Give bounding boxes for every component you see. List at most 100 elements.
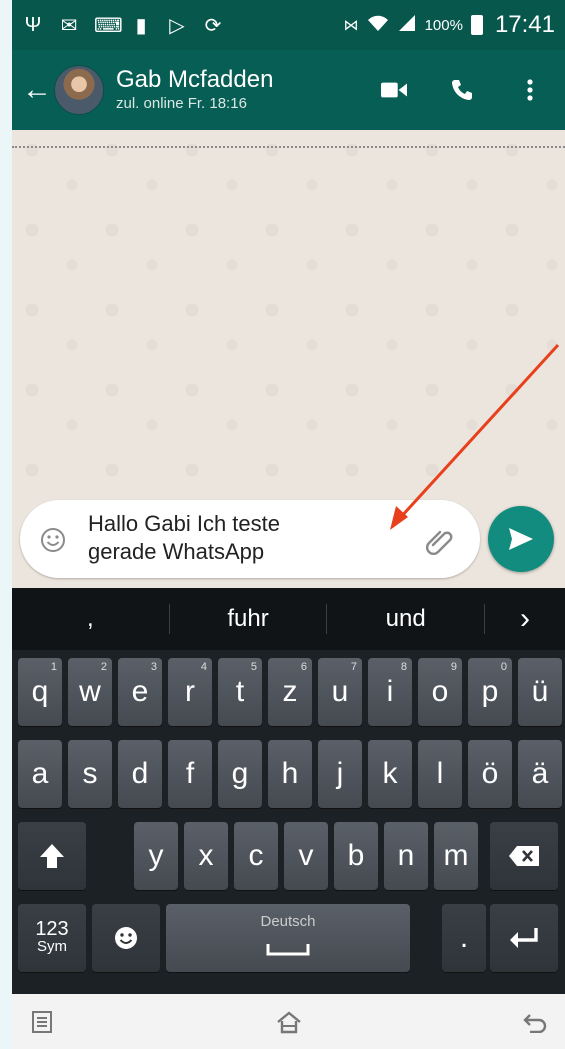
key-label: a	[31, 757, 49, 790]
chevron-right-icon[interactable]: ›	[485, 602, 565, 636]
period-key[interactable]: .	[442, 904, 486, 972]
send-icon	[509, 528, 533, 550]
system-icons: ⋈ 100% 17:41	[344, 11, 565, 39]
key-label: v	[298, 839, 314, 872]
message-line-1: Hallo Gabi Ich teste	[88, 511, 280, 536]
video-call-icon[interactable]	[381, 77, 407, 103]
key-f[interactable]: f	[168, 740, 212, 808]
key-label: h	[281, 757, 299, 790]
signal-icon	[397, 13, 417, 37]
mail-icon: ✉	[60, 14, 78, 37]
status-bar: Ψ ✉ ⌨ ▮ ▷ ⟳ ⋈ 100% 17:41	[12, 0, 565, 50]
key-n[interactable]: n	[384, 822, 428, 890]
key-u[interactable]: u7	[318, 658, 362, 726]
key-hint: 5	[250, 661, 257, 673]
suggestion-fuhr[interactable]: fuhr	[170, 605, 327, 633]
key-label: r	[185, 675, 195, 708]
key-label: s	[82, 757, 98, 790]
home-icon[interactable]	[275, 1008, 303, 1036]
backspace-key[interactable]	[490, 822, 558, 890]
key-a[interactable]: a	[18, 740, 62, 808]
key-hint: 8	[400, 661, 407, 673]
key-ö[interactable]: ö	[468, 740, 512, 808]
key-l[interactable]: l	[418, 740, 462, 808]
key-w[interactable]: w2	[68, 658, 112, 726]
key-x[interactable]: x	[184, 822, 228, 890]
key-label: n	[397, 839, 415, 872]
key-label: y	[148, 839, 164, 872]
key-label: l	[436, 757, 444, 790]
key-z[interactable]: z6	[268, 658, 312, 726]
header-actions	[381, 77, 565, 103]
key-d[interactable]: d	[118, 740, 162, 808]
key-h[interactable]: h	[268, 740, 312, 808]
suggestion-comma[interactable]: ,	[12, 605, 169, 633]
contact-avatar[interactable]	[54, 65, 104, 115]
suggestion-und[interactable]: und	[327, 605, 484, 633]
back-arrow-icon[interactable]: ←	[12, 75, 52, 105]
key-g[interactable]: g	[218, 740, 262, 808]
contact-info[interactable]: Gab Mcfadden zul. online Fr. 18:16	[116, 66, 273, 114]
screenshot-frame: Ψ ✉ ⌨ ▮ ▷ ⟳ ⋈ 100% 17:41 ← Gab Mcfadden …	[0, 0, 565, 1049]
key-label: x	[198, 839, 214, 872]
key-ä[interactable]: ä	[518, 740, 562, 808]
space-key-content: Deutsch	[260, 913, 316, 964]
phone-icon[interactable]	[449, 77, 475, 103]
chat-history[interactable]	[12, 130, 565, 498]
key-c[interactable]: c	[234, 822, 278, 890]
key-i[interactable]: i8	[368, 658, 412, 726]
emoji-key[interactable]	[92, 904, 160, 972]
key-label: c	[248, 839, 264, 872]
sym-key[interactable]: 123 Sym	[18, 904, 86, 972]
battery-percent: 100%	[424, 16, 463, 34]
contact-name: Gab Mcfadden	[116, 66, 274, 93]
key-v[interactable]: v	[284, 822, 328, 890]
key-t[interactable]: t5	[218, 658, 262, 726]
space-key[interactable]: Deutsch	[166, 904, 410, 972]
key-hint: 7	[350, 661, 357, 673]
key-ü[interactable]: ü	[518, 658, 562, 726]
message-input[interactable]: Hallo Gabi Ich teste gerade WhatsApp	[20, 500, 480, 578]
key-label: w	[79, 675, 101, 708]
message-line-2: gerade WhatsApp	[88, 539, 265, 564]
key-r[interactable]: r4	[168, 658, 212, 726]
enter-key[interactable]	[490, 904, 558, 972]
wifi-icon	[367, 13, 389, 37]
send-button[interactable]	[488, 506, 554, 572]
key-label: o	[431, 675, 449, 708]
sim-icon: ▮	[135, 14, 147, 37]
key-y[interactable]: y	[134, 822, 178, 890]
key-s[interactable]: s	[68, 740, 112, 808]
key-label: e	[131, 675, 149, 708]
sync-icon: ⟳	[204, 14, 222, 37]
key-hint: 4	[200, 661, 207, 673]
sym-key-label: 123 Sym	[35, 919, 68, 956]
more-vert-icon[interactable]	[517, 77, 543, 103]
paperclip-icon[interactable]	[425, 525, 455, 555]
key-o[interactable]: o9	[418, 658, 462, 726]
key-k[interactable]: k	[368, 740, 412, 808]
menu-icon[interactable]	[28, 1008, 56, 1036]
emoji-icon[interactable]	[40, 527, 66, 553]
clock-time: 17:41	[494, 11, 555, 38]
key-hint: 3	[150, 661, 157, 673]
enter-icon	[510, 928, 538, 948]
key-label: q	[31, 675, 49, 708]
nfc-icon: ⋈	[343, 17, 359, 34]
sym-bottom-label: Sym	[37, 938, 67, 955]
message-text[interactable]: Hallo Gabi Ich teste gerade WhatsApp	[88, 510, 408, 566]
phone-screen: Ψ ✉ ⌨ ▮ ▷ ⟳ ⋈ 100% 17:41 ← Gab Mcfadden …	[12, 0, 565, 1049]
space-bar-icon	[266, 930, 310, 964]
key-p[interactable]: p0	[468, 658, 512, 726]
key-j[interactable]: j	[318, 740, 362, 808]
backspace-icon	[509, 846, 539, 866]
key-b[interactable]: b	[334, 822, 378, 890]
back-icon[interactable]	[521, 1008, 549, 1036]
key-label: u	[331, 675, 349, 708]
key-e[interactable]: e3	[118, 658, 162, 726]
shift-key[interactable]	[18, 822, 86, 890]
notification-icons: Ψ ✉ ⌨ ▮ ▷ ⟳	[12, 13, 224, 38]
key-m[interactable]: m	[434, 822, 478, 890]
key-q[interactable]: q1	[18, 658, 62, 726]
key-label: k	[382, 757, 398, 790]
